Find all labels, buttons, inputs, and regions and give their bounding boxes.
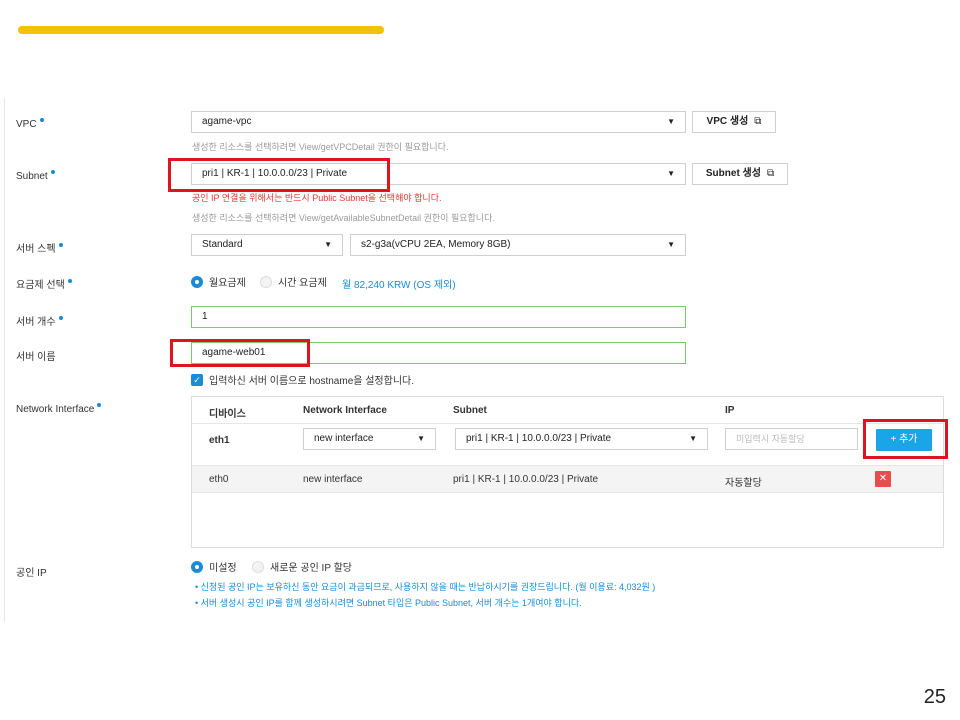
network-interface-table: 디바이스 Network Interface Subnet IP eth1 ne… bbox=[191, 396, 944, 548]
table-row: eth0 new interface pri1 | KR-1 | 10.0.0.… bbox=[192, 465, 943, 493]
server-spec-select[interactable]: s2-g3a(vCPU 2EA, Memory 8GB) ▼ bbox=[350, 234, 686, 256]
required-dot-icon bbox=[50, 170, 55, 174]
column-header: 디바이스 bbox=[209, 409, 246, 420]
radio-selected-icon bbox=[191, 560, 203, 573]
server-type-value: Standard bbox=[202, 239, 243, 250]
external-link-icon: ⧉ bbox=[754, 116, 762, 127]
radio-selected-icon bbox=[191, 275, 203, 288]
radio-unselected-icon bbox=[252, 560, 264, 573]
public-ip-none-radio[interactable]: 미설정 bbox=[191, 559, 237, 574]
vpc-select-value: agame-vpc bbox=[202, 116, 252, 127]
caret-down-icon: ▼ bbox=[417, 434, 425, 443]
server-count-input[interactable]: 1 bbox=[191, 306, 686, 328]
billing-price: 월 82,240 KRW (OS 제외) bbox=[342, 280, 456, 291]
server-spec-value: s2-g3a(vCPU 2EA, Memory 8GB) bbox=[361, 239, 511, 250]
caret-down-icon: ▼ bbox=[667, 240, 675, 249]
vpc-create-button[interactable]: VPC 생성 ⧉ bbox=[692, 111, 776, 133]
row-subnet: pri1 | KR-1 | 10.0.0.0/23 | Private bbox=[453, 474, 599, 485]
edit-subnet-select[interactable]: pri1 | KR-1 | 10.0.0.0/23 | Private ▼ bbox=[455, 428, 708, 450]
vpc-help-text: 생성한 리소스를 선택하려면 View/getVPCDetail 권한이 필요합… bbox=[192, 142, 449, 152]
column-header: IP bbox=[725, 405, 735, 416]
row-interface: new interface bbox=[303, 474, 363, 485]
billing-monthly-radio[interactable]: 월요금제 bbox=[191, 274, 246, 289]
external-link-icon: ⧉ bbox=[766, 168, 775, 179]
caret-down-icon: ▼ bbox=[667, 169, 675, 178]
billing-hourly-radio[interactable]: 시간 요금제 bbox=[260, 274, 327, 289]
required-dot-icon bbox=[97, 403, 102, 407]
required-dot-icon bbox=[58, 316, 63, 320]
row-device: eth0 bbox=[209, 474, 229, 485]
caret-down-icon: ▼ bbox=[667, 117, 675, 126]
row-ip: 자동할당 bbox=[725, 478, 762, 489]
caret-down-icon: ▼ bbox=[689, 434, 697, 443]
page-number: 25 bbox=[923, 686, 946, 708]
vpc-select[interactable]: agame-vpc ▼ bbox=[191, 111, 686, 133]
edit-device: eth1 bbox=[209, 435, 230, 446]
vpc-label: VPC bbox=[16, 118, 44, 130]
server-name-label: 서버 이름 bbox=[16, 352, 56, 363]
subnet-create-button[interactable]: Subnet 생성 ⧉ bbox=[692, 163, 788, 185]
public-ip-label: 공인 IP bbox=[16, 568, 47, 579]
table-edit-row: eth1 new interface ▼ pri1 | KR-1 | 10.0.… bbox=[192, 423, 943, 463]
required-dot-icon bbox=[39, 118, 44, 122]
column-header: Subnet bbox=[453, 405, 487, 416]
billing-label: 요금제 선택 bbox=[16, 276, 72, 291]
required-dot-icon bbox=[67, 279, 72, 283]
server-count-label: 서버 개수 bbox=[16, 313, 63, 328]
subnet-help-text: 생성한 리소스를 선택하려면 View/getAvailableSubnetDe… bbox=[192, 213, 495, 223]
checkmark-icon: ✓ bbox=[191, 373, 203, 386]
subnet-warning-text: 공인 IP 연결을 위해서는 반드시 Public Subnet을 선택해야 합… bbox=[192, 193, 442, 203]
radio-unselected-icon bbox=[260, 275, 272, 288]
accent-bar bbox=[18, 26, 384, 34]
required-dot-icon bbox=[58, 243, 63, 247]
add-button-highlight-box bbox=[863, 419, 948, 459]
caret-down-icon: ▼ bbox=[324, 240, 332, 249]
server-name-highlight-box bbox=[170, 339, 310, 367]
subnet-label: Subnet bbox=[16, 170, 55, 182]
ip-input[interactable]: 미입력시 자동할당 bbox=[725, 428, 858, 450]
edit-interface-select[interactable]: new interface ▼ bbox=[303, 428, 436, 450]
public-ip-note: • 서버 생성시 공인 IP를 함께 생성하시려면 Subnet 타입은 Pub… bbox=[195, 598, 582, 608]
delete-icon[interactable]: ✕ bbox=[875, 471, 891, 487]
hostname-checkbox[interactable]: ✓ 입력하신 서버 이름으로 hostname을 설정합니다. bbox=[191, 372, 414, 387]
server-spec-label: 서버 스펙 bbox=[16, 240, 63, 255]
server-type-select[interactable]: Standard ▼ bbox=[191, 234, 343, 256]
network-interface-label: Network Interface bbox=[16, 403, 102, 415]
public-ip-note: • 신청된 공인 IP는 보유하신 동안 요금이 과금되므로, 사용하지 않을 … bbox=[195, 582, 656, 592]
public-ip-new-radio[interactable]: 새로운 공인 IP 할당 bbox=[252, 559, 352, 574]
column-header: Network Interface bbox=[303, 405, 387, 416]
subnet-highlight-box bbox=[168, 158, 390, 192]
